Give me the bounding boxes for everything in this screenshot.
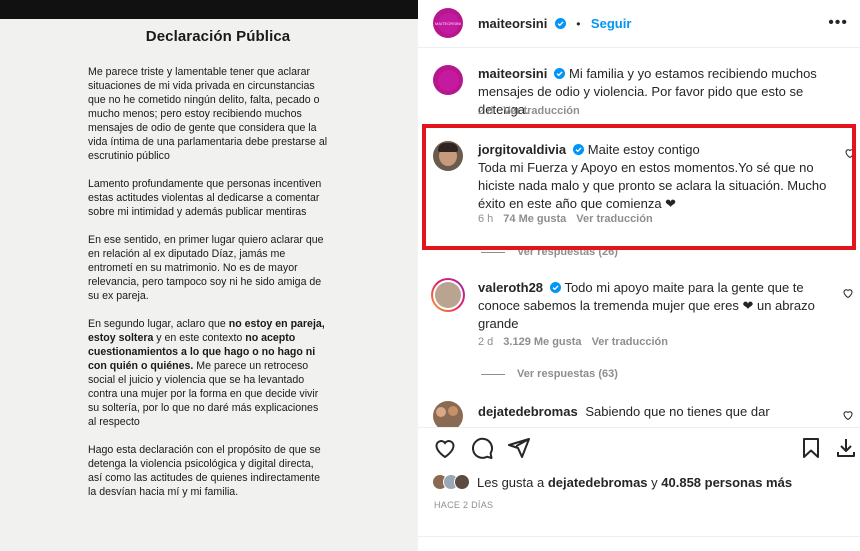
- likes-text[interactable]: Les gusta a dejatedebromas y 40.858 pers…: [477, 475, 792, 490]
- post-time: HACE 2 DÍAS: [434, 500, 494, 510]
- view-replies-link[interactable]: Ver respuestas (63): [481, 368, 618, 380]
- comment-meta: 2 d 3.129 Me gusta Ver traducción: [478, 336, 668, 348]
- likes-summary: Les gusta a dejatedebromas y 40.858 pers…: [432, 474, 792, 490]
- avatar: [454, 474, 470, 490]
- header-username[interactable]: maiteorsini: [478, 16, 547, 31]
- comment-icon[interactable]: [470, 436, 494, 460]
- like-heart-icon[interactable]: [842, 409, 854, 421]
- post-image: Declaración Pública Me parece triste y l…: [0, 0, 418, 551]
- comment-text: dejatedebromas Sabiendo que no tienes qu…: [478, 404, 770, 419]
- bookmark-icon[interactable]: [799, 436, 823, 460]
- avatar[interactable]: MAITEORSINI: [433, 8, 463, 38]
- statement-paragraph-5: Hago esta declaración con el propósito d…: [88, 444, 321, 498]
- download-icon[interactable]: [834, 436, 858, 460]
- like-heart-icon[interactable]: [842, 287, 854, 299]
- comment-text: valeroth28 Todo mi apoyo maite para la g…: [478, 280, 815, 331]
- share-icon[interactable]: [507, 436, 531, 460]
- statement-paragraph-2: Lamento profundamente que personas incen…: [88, 178, 322, 218]
- liker-avatars: [432, 474, 470, 490]
- separator-dot: •: [576, 17, 581, 31]
- avatar[interactable]: [433, 65, 463, 95]
- translate-link[interactable]: Ver traducción: [503, 105, 579, 117]
- more-options-icon[interactable]: •••: [828, 14, 848, 32]
- post-header: MAITEORSINI maiteorsini • Seguir •••: [418, 0, 860, 48]
- comment-meta: 2 d Ver traducción: [478, 105, 580, 117]
- statement-title: Declaración Pública: [145, 28, 291, 45]
- statement-paragraph-4: En segundo lugar, aclaro que no estoy en…: [88, 318, 325, 428]
- divider: [418, 536, 860, 537]
- verified-icon: [554, 18, 566, 29]
- avatar[interactable]: [433, 401, 463, 427]
- like-heart-icon[interactable]: [433, 436, 457, 460]
- post-actions: Les gusta a dejatedebromas y 40.858 pers…: [418, 427, 860, 551]
- highlight-box: [422, 124, 856, 250]
- image-top-bar: [0, 0, 418, 19]
- post-side-panel: MAITEORSINI maiteorsini • Seguir ••• mai…: [418, 0, 860, 551]
- statement-paragraph-1: Me parece triste y lamentable tener que …: [88, 66, 328, 162]
- verified-icon: [554, 68, 566, 79]
- translate-link[interactable]: Ver traducción: [592, 336, 668, 348]
- statement-paragraph-3: En ese sentido, en primer lugar quiero a…: [88, 234, 324, 302]
- likes-count[interactable]: 3.129 Me gusta: [503, 336, 581, 348]
- statement-document: Declaración Pública Me parece triste y l…: [88, 28, 328, 513]
- verified-icon: [550, 282, 562, 293]
- avatar[interactable]: [431, 278, 465, 312]
- follow-button[interactable]: Seguir: [591, 16, 631, 31]
